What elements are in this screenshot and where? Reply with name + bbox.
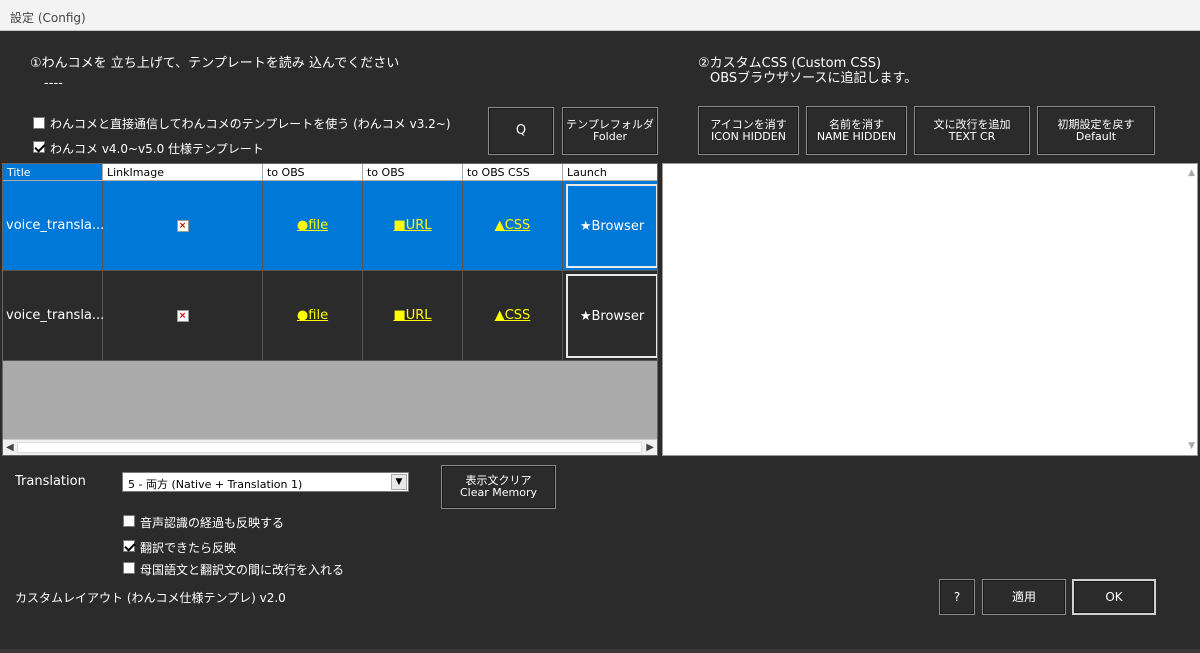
row-title[interactable]: voice_transla... <box>3 181 104 271</box>
default-button[interactable]: 初期設定を戻す Default <box>1037 106 1155 155</box>
ok-label: OK <box>1105 590 1123 604</box>
url-link[interactable]: ■URL <box>393 218 431 233</box>
line-break-checkbox[interactable] <box>123 562 135 574</box>
col-launch[interactable]: Launch <box>563 164 657 181</box>
direct-connect-checkbox[interactable] <box>33 117 45 129</box>
step2-subtitle: OBSブラウザソースに追記します。 <box>710 71 918 86</box>
name-hidden-button[interactable]: 名前を消す NAME HIDDEN <box>806 106 907 155</box>
scroll-left-icon[interactable]: ◀ <box>6 442 14 453</box>
apply-button[interactable]: 適用 <box>982 579 1066 615</box>
file-link[interactable]: ●file <box>297 218 328 233</box>
col-to-obs-css[interactable]: to OBS CSS <box>463 164 563 181</box>
text-cr-en: TEXT CR <box>948 129 996 143</box>
show-progress-label: 音声認識の経過も反映する <box>140 516 285 530</box>
apply-label: 適用 <box>1011 590 1036 604</box>
clear-memory-button[interactable]: 表示文クリア Clear Memory <box>441 465 556 509</box>
icon-hidden-button[interactable]: アイコンを消す ICON HIDDEN <box>698 106 799 155</box>
file-link[interactable]: ●file <box>297 308 328 323</box>
version-label: カスタムレイアウト (わんコメ仕様テンプレ) v2.0 <box>15 591 286 605</box>
browser-button[interactable]: ★Browser <box>566 274 657 358</box>
v4-template-checkbox[interactable] <box>33 141 45 153</box>
row-url-cell: ■URL <box>363 181 463 271</box>
ok-button[interactable]: OK <box>1072 579 1156 615</box>
translation-select[interactable]: 5 - 両方 (Native + Translation 1) ▼ <box>122 472 409 492</box>
text-cr-button[interactable]: 文に改行を追加 TEXT CR <box>914 106 1030 155</box>
search-button-label: Q <box>515 123 527 138</box>
browser-button[interactable]: ★Browser <box>566 184 657 268</box>
step1-title: ①わんコメを 立ち上げて、テンプレートを読み 込んでください <box>30 56 400 71</box>
icon-hidden-jp: アイコンを消す <box>710 117 787 131</box>
bottom-edge <box>0 649 1200 653</box>
scroll-thumb[interactable] <box>17 442 642 453</box>
url-link[interactable]: ■URL <box>393 308 431 323</box>
template-grid[interactable]: Title LinkImage to OBS to OBS to OBS CSS… <box>2 163 658 456</box>
row-file-cell: ●file <box>263 271 363 361</box>
col-to-obs-file[interactable]: to OBS <box>263 164 363 181</box>
css-link[interactable]: ▲CSS <box>495 308 531 323</box>
translation-select-value: 5 - 両方 (Native + Translation 1) <box>128 478 303 491</box>
row-linkimage-cell: × <box>103 181 263 271</box>
search-button[interactable]: Q <box>488 107 554 155</box>
grid-horizontal-scrollbar[interactable]: ◀ ▶ <box>3 439 657 455</box>
window-title: 設定 (Config) <box>10 11 86 25</box>
translation-label: Translation <box>15 474 86 489</box>
default-jp: 初期設定を戻す <box>1057 117 1135 131</box>
direct-connect-label: わんコメと直接通信してわんコメのテンプレートを使う (わんコメ v3.2~) <box>50 117 451 131</box>
clear-memory-en: Clear Memory <box>460 486 537 499</box>
name-hidden-jp: 名前を消す <box>829 117 884 131</box>
broken-image-icon: × <box>176 219 189 232</box>
chevron-down-icon[interactable]: ▼ <box>391 474 407 490</box>
table-row[interactable]: voice_transla... × ●file ■URL ▲CSS ★Brow… <box>3 181 657 271</box>
row-file-cell: ●file <box>263 181 363 271</box>
row-launch-cell: ★Browser <box>563 271 657 361</box>
row-css-cell: ▲CSS <box>463 271 563 361</box>
reflect-translation-checkbox[interactable] <box>123 540 135 552</box>
broken-image-icon: × <box>176 309 189 322</box>
template-folder-button[interactable]: テンプレフォルダ Folder <box>562 107 658 155</box>
show-progress-checkbox[interactable] <box>123 515 135 527</box>
line-break-label: 母国語文と翻訳文の間に改行を入れる <box>140 563 345 577</box>
scroll-down-icon[interactable]: ▼ <box>1188 441 1195 451</box>
help-button[interactable]: ? <box>939 579 975 615</box>
help-label: ? <box>953 590 961 604</box>
name-hidden-en: NAME HIDDEN <box>816 129 897 143</box>
default-en: Default <box>1075 129 1117 143</box>
col-title[interactable]: Title <box>3 164 103 181</box>
reflect-translation-label: 翻訳できたら反映 <box>140 541 237 555</box>
text-cr-jp: 文に改行を追加 <box>933 117 1011 131</box>
custom-css-textarea[interactable]: ▲ ▼ <box>662 163 1198 456</box>
col-to-obs-url[interactable]: to OBS <box>363 164 463 181</box>
scroll-right-icon[interactable]: ▶ <box>646 442 654 453</box>
folder-label-en: Folder <box>593 130 627 143</box>
scroll-up-icon[interactable]: ▲ <box>1188 168 1195 178</box>
table-row[interactable]: voice_transla... × ●file ■URL ▲CSS ★Brow… <box>3 271 657 361</box>
row-title[interactable]: voice_transla... <box>3 271 104 361</box>
step1-dashes: ---- <box>44 76 63 91</box>
row-launch-cell: ★Browser <box>563 181 657 271</box>
v4-template-label: わんコメ v4.0~v5.0 仕様テンプレート <box>50 142 264 156</box>
col-linkimage[interactable]: LinkImage <box>103 164 263 181</box>
row-linkimage-cell: × <box>103 271 263 361</box>
icon-hidden-en: ICON HIDDEN <box>711 129 786 143</box>
row-url-cell: ■URL <box>363 271 463 361</box>
css-link[interactable]: ▲CSS <box>495 218 531 233</box>
grid-header: Title LinkImage to OBS to OBS to OBS CSS… <box>3 164 657 181</box>
row-css-cell: ▲CSS <box>463 181 563 271</box>
window-titlebar: 設定 (Config) <box>0 0 1200 31</box>
